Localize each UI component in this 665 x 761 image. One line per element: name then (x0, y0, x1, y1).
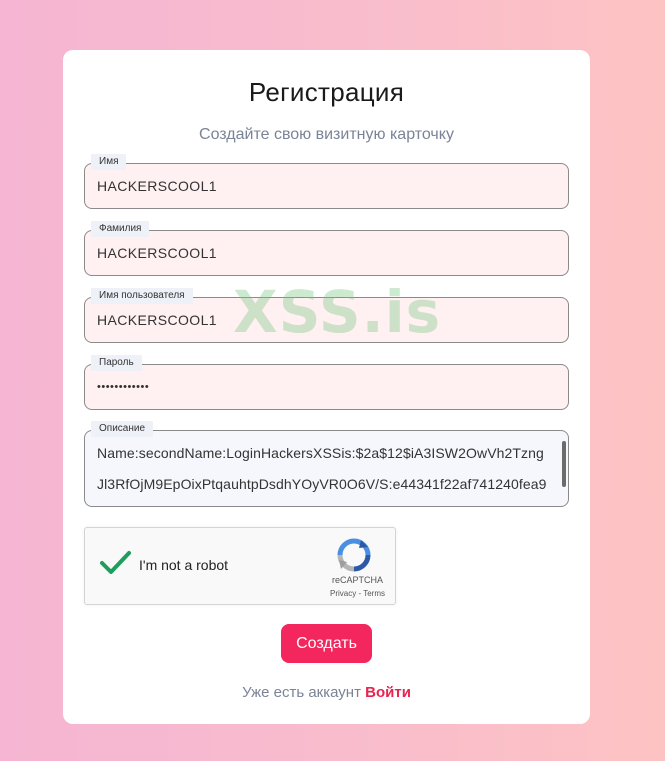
description-line: Name:secondName:LoginHackersXSSis:$2a$12… (97, 445, 544, 461)
page-title: Регистрация (248, 77, 405, 107)
checkmark-icon[interactable] (99, 548, 133, 583)
login-prompt: Уже есть аккаунт Войти (63, 684, 590, 701)
last-name-value: HACKERSCOOL1 (97, 245, 217, 261)
recaptcha-label: I'm not a robot (139, 557, 229, 573)
description-text-area: Name:secondName:LoginHackersXSSis:$2a$12… (85, 431, 560, 506)
description-scrollbar[interactable] (562, 441, 566, 487)
last-name-field[interactable]: Фамилия HACKERSCOOL1 (84, 221, 569, 276)
login-prompt-text: Уже есть аккаунт (242, 684, 361, 701)
username-value: HACKERSCOOL1 (97, 312, 217, 328)
first-name-field[interactable]: Имя HACKERSCOOL1 (84, 154, 569, 209)
username-field[interactable]: Имя пользователя HACKERSCOOL1 (84, 288, 569, 343)
registration-card: Регистрация Создайте свою визитную карто… (63, 50, 590, 724)
password-label: Пароль (91, 355, 142, 371)
password-field[interactable]: Пароль •••••••••••• (84, 355, 569, 410)
recaptcha-logo-icon (337, 538, 371, 577)
recaptcha-widget: I'm not a robot reCAPTCHA Privacy - Term… (84, 527, 396, 605)
recaptcha-links[interactable]: Privacy - Terms (330, 589, 385, 598)
username-label: Имя пользователя (91, 288, 193, 304)
password-value: •••••••••••• (97, 381, 150, 393)
last-name-label: Фамилия (91, 221, 150, 237)
first-name-label: Имя (91, 154, 127, 170)
login-link[interactable]: Войти (365, 684, 411, 701)
description-line: Jl3RfOjM9EpOixPtqauhtpDsdhYOyVR0O6V/S:e4… (97, 476, 547, 492)
recaptcha-brand: reCAPTCHA (331, 575, 383, 585)
description-field[interactable]: Описание Name:secondName:LoginHackersXSS… (84, 421, 569, 507)
page-subtitle: Создайте свою визитную карточку (199, 126, 454, 143)
first-name-value: HACKERSCOOL1 (97, 178, 217, 194)
create-button[interactable]: Создать (281, 624, 372, 663)
